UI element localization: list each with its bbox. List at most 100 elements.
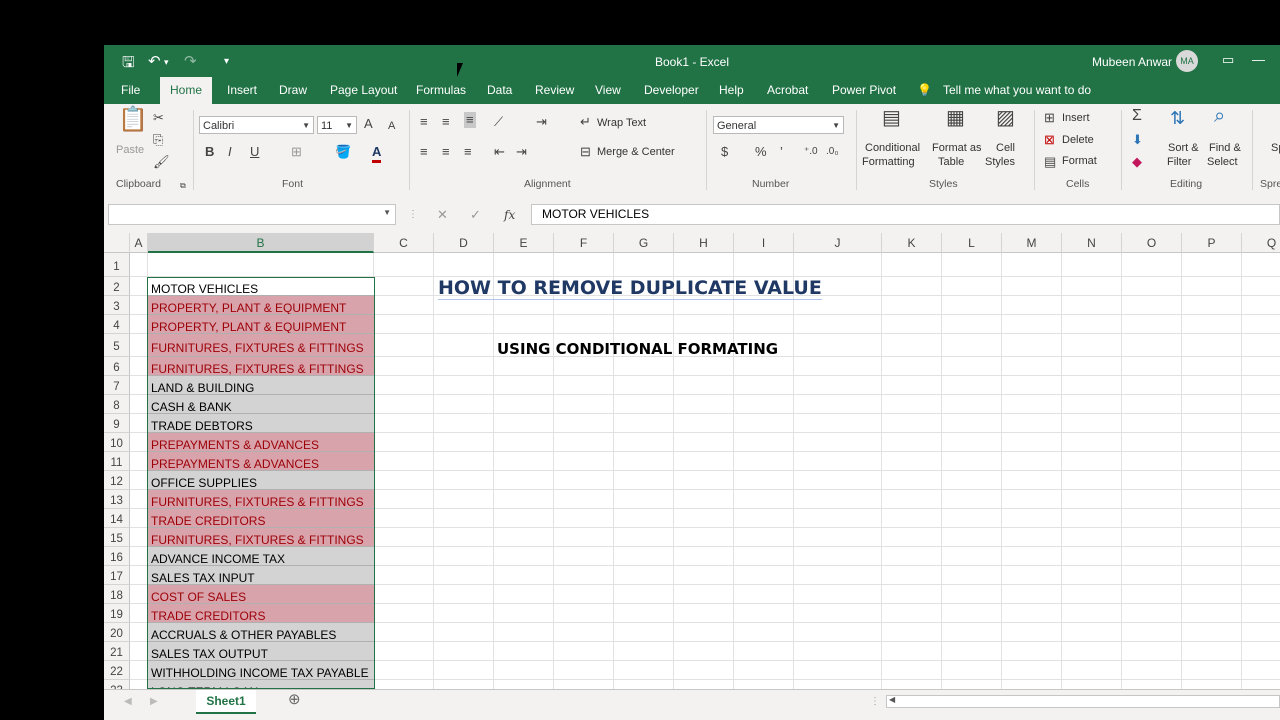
sheet-tab[interactable]: Sheet1: [196, 690, 256, 714]
row-header[interactable]: 7: [104, 376, 130, 395]
cell-styles-label-1[interactable]: Cell: [996, 142, 1015, 154]
conditional-formatting-icon[interactable]: ▤: [882, 108, 901, 128]
format-as-table-label-1[interactable]: Format as: [932, 142, 982, 154]
enter-icon[interactable]: ✓: [470, 207, 481, 223]
row-header[interactable]: 2: [104, 277, 130, 296]
tab-formulas[interactable]: Formulas: [416, 77, 466, 104]
data-cell[interactable]: TRADE DEBTORS: [148, 414, 374, 433]
align-right-icon[interactable]: ≡: [464, 144, 472, 160]
row-header[interactable]: 21: [104, 642, 130, 661]
row-header[interactable]: 4: [104, 315, 130, 334]
next-group-button[interactable]: Sp: [1271, 142, 1280, 154]
format-cells-button[interactable]: Format: [1062, 155, 1097, 167]
insert-cells-icon[interactable]: ⊞: [1044, 110, 1055, 126]
font-color-button[interactable]: A: [372, 144, 382, 163]
increase-decimal-icon[interactable]: ⁺.0: [804, 144, 818, 160]
row-header[interactable]: 11: [104, 452, 130, 471]
column-header-e[interactable]: E: [494, 233, 554, 253]
data-cell[interactable]: WITHHOLDING INCOME TAX PAYABLE: [148, 661, 374, 680]
add-sheet-icon[interactable]: ⊕: [288, 692, 301, 708]
cancel-icon[interactable]: ✕: [437, 207, 448, 223]
duplicate-cell[interactable]: FURNITURES, FIXTURES & FITTINGS: [148, 528, 374, 547]
data-cell[interactable]: LONG TERM LOAN: [148, 680, 374, 689]
align-left-icon[interactable]: ≡: [420, 144, 428, 160]
column-header-d[interactable]: D: [434, 233, 494, 253]
row-header[interactable]: 23: [104, 680, 130, 689]
duplicate-cell[interactable]: FURNITURES, FIXTURES & FITTINGS: [148, 490, 374, 509]
format-as-table-label-2[interactable]: Table: [938, 156, 964, 168]
conditional-formatting-label-2[interactable]: Formatting: [862, 156, 915, 168]
row-header[interactable]: 17: [104, 566, 130, 585]
row-header[interactable]: 18: [104, 585, 130, 604]
font-size-select[interactable]: 11 ▼: [317, 116, 357, 134]
decrease-indent-icon[interactable]: ⇤: [494, 144, 505, 160]
align-middle-icon[interactable]: ≡: [442, 114, 450, 130]
worksheet-heading[interactable]: HOW TO REMOVE DUPLICATE VALUE: [438, 277, 822, 300]
row-header[interactable]: 10: [104, 433, 130, 452]
row-header[interactable]: 9: [104, 414, 130, 433]
tab-home[interactable]: Home: [160, 77, 213, 104]
row-header[interactable]: 13: [104, 490, 130, 509]
column-header-b[interactable]: B: [148, 233, 374, 253]
cell-styles-label-2[interactable]: Styles: [985, 156, 1015, 168]
duplicate-cell[interactable]: PREPAYMENTS & ADVANCES: [148, 433, 374, 452]
italic-button[interactable]: I: [228, 144, 232, 160]
column-header-n[interactable]: N: [1062, 233, 1122, 253]
paste-button[interactable]: Paste: [116, 144, 144, 156]
fill-icon[interactable]: ⬇: [1132, 132, 1143, 148]
fill-color-icon[interactable]: 🪣: [335, 144, 351, 160]
insert-cells-button[interactable]: Insert: [1062, 112, 1090, 124]
column-header-c[interactable]: C: [374, 233, 434, 253]
data-cell[interactable]: CASH & BANK: [148, 395, 374, 414]
tab-acrobat[interactable]: Acrobat: [767, 77, 808, 104]
align-center-icon[interactable]: ≡: [442, 144, 450, 160]
increase-indent-icon[interactable]: ⇥: [516, 144, 527, 160]
column-header-p[interactable]: P: [1182, 233, 1242, 253]
tell-me-search[interactable]: Tell me what you want to do: [943, 77, 1091, 104]
column-header-a[interactable]: A: [130, 233, 148, 253]
find-select-label-1[interactable]: Find &: [1209, 142, 1241, 154]
sort-filter-label-1[interactable]: Sort &: [1168, 142, 1199, 154]
format-as-table-icon[interactable]: ▦: [946, 108, 965, 128]
column-header-j[interactable]: J: [794, 233, 882, 253]
ribbon-display-icon[interactable]: ▭: [1222, 52, 1234, 68]
data-cell[interactable]: SALES TAX INPUT: [148, 566, 374, 585]
indent-icon[interactable]: ⇥: [536, 114, 547, 130]
cut-icon[interactable]: ✂: [153, 110, 164, 126]
decrease-decimal-icon[interactable]: .0₀: [826, 144, 839, 160]
shrink-font-icon[interactable]: A: [388, 118, 395, 134]
conditional-formatting-label-1[interactable]: Conditional: [865, 142, 920, 154]
tab-review[interactable]: Review: [535, 77, 574, 104]
align-top-icon[interactable]: ≡: [420, 114, 428, 130]
duplicate-cell[interactable]: FURNITURES, FIXTURES & FITTINGS: [148, 357, 374, 376]
format-cells-icon[interactable]: ▤: [1044, 154, 1056, 170]
row-header[interactable]: 6: [104, 357, 130, 376]
prev-sheet-icon[interactable]: ◀: [124, 694, 132, 710]
duplicate-cell[interactable]: TRADE CREDITORS: [148, 509, 374, 528]
sort-filter-icon[interactable]: ⇅: [1170, 109, 1185, 127]
column-header-i[interactable]: I: [734, 233, 794, 253]
duplicate-cell[interactable]: FURNITURES, FIXTURES & FITTINGS: [148, 334, 374, 357]
clear-icon[interactable]: ◆: [1132, 154, 1142, 170]
tab-page-layout[interactable]: Page Layout: [330, 77, 397, 104]
data-cell[interactable]: ADVANCE INCOME TAX: [148, 547, 374, 566]
select-all-corner[interactable]: [104, 233, 130, 253]
wrap-text-icon[interactable]: ↵: [580, 114, 591, 130]
data-cell[interactable]: LAND & BUILDING: [148, 376, 374, 395]
find-select-icon[interactable]: ⌕: [1214, 106, 1225, 126]
orientation-icon[interactable]: ⟋: [494, 114, 503, 130]
align-bottom-icon[interactable]: ≡: [464, 112, 476, 128]
find-select-label-2[interactable]: Select: [1207, 156, 1238, 168]
copy-icon[interactable]: ⎘: [153, 132, 163, 148]
row-header[interactable]: 1: [104, 253, 130, 277]
font-name-select[interactable]: Calibri ▼: [199, 116, 314, 134]
data-cell[interactable]: ACCRUALS & OTHER PAYABLES: [148, 623, 374, 642]
column-header-k[interactable]: K: [882, 233, 942, 253]
duplicate-cell[interactable]: TRADE CREDITORS: [148, 604, 374, 623]
row-header[interactable]: 15: [104, 528, 130, 547]
tab-help[interactable]: Help: [719, 77, 744, 104]
duplicate-cell[interactable]: PROPERTY, PLANT & EQUIPMENT: [148, 315, 374, 334]
format-painter-icon[interactable]: 🖌: [153, 154, 170, 170]
row-header[interactable]: 16: [104, 547, 130, 566]
formula-input[interactable]: MOTOR VEHICLES: [531, 204, 1280, 225]
